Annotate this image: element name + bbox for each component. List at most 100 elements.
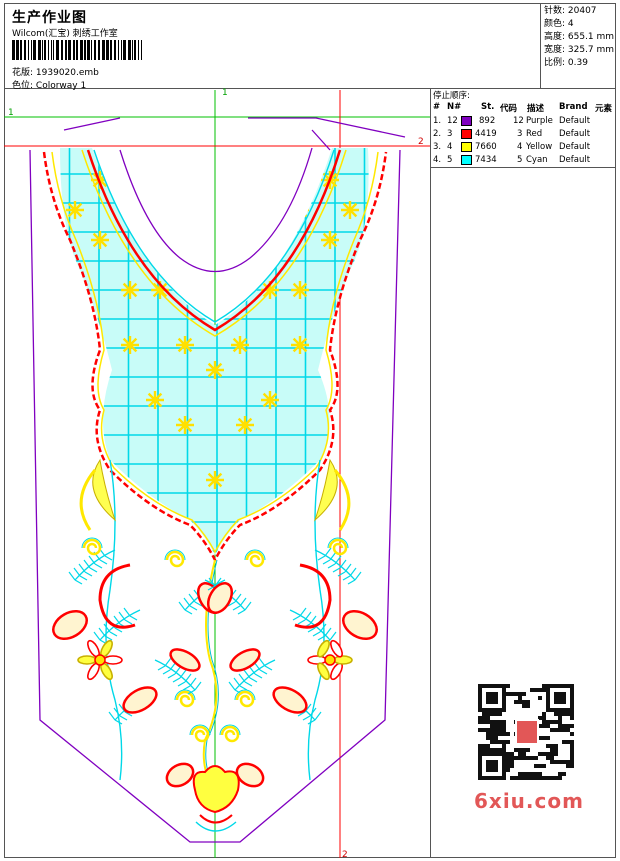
qr-module [490, 748, 494, 752]
frond-leaflet [327, 563, 336, 569]
frond-leaflet [99, 559, 108, 565]
qr-module [570, 724, 574, 728]
frond-leaflet [299, 607, 307, 617]
qr-module [518, 756, 522, 760]
qr-module [514, 748, 518, 752]
frond-leaflet [317, 555, 326, 561]
qr-module [490, 712, 494, 716]
star-motif [291, 336, 309, 354]
qr-module [518, 692, 522, 696]
frond-leaflet [354, 571, 362, 581]
frond-leaflet [189, 677, 197, 687]
star-center [127, 207, 133, 213]
star-ray [122, 209, 131, 218]
frond-leaflet [119, 715, 128, 721]
qr-module [542, 764, 546, 768]
frond-leaflet [124, 619, 133, 625]
qr-module [486, 748, 490, 752]
yellow-swirl [165, 550, 185, 568]
frond-leaflet [74, 579, 83, 585]
qr-module [570, 756, 574, 760]
frond-leaflet [237, 609, 246, 615]
qr-module [562, 728, 566, 732]
frond-leaflet [324, 627, 332, 637]
frond-leaflet [123, 607, 131, 617]
cut-line-top [63, 117, 406, 151]
qr-module [506, 768, 510, 772]
qr-module [502, 744, 506, 748]
star-motif [176, 416, 194, 434]
qr-module [554, 712, 558, 716]
frond-leaflet [178, 601, 186, 611]
qr-module [522, 700, 526, 704]
qr-module [534, 756, 538, 760]
frond-leaflet [239, 597, 247, 607]
qr-module [502, 732, 506, 736]
qr-module [510, 692, 514, 696]
qr-module [554, 748, 558, 752]
star-ray [292, 202, 301, 211]
ruler-label-v2: 2 [342, 850, 348, 860]
qr-module [526, 756, 530, 760]
qr-module [550, 776, 554, 780]
star-motif [291, 201, 309, 219]
flower-center [94, 654, 106, 666]
star-center [127, 342, 133, 348]
frond-leaflet [297, 619, 306, 625]
star-center [212, 477, 218, 483]
qr-module [514, 700, 518, 704]
qr-module [498, 728, 502, 732]
frond-leaflet [232, 605, 241, 611]
star-motif [291, 281, 309, 299]
qr-module [542, 712, 546, 716]
qr-module [570, 748, 574, 752]
qr-module [482, 748, 486, 752]
qr-module [498, 720, 502, 724]
qr-module [526, 772, 530, 776]
qr-module [518, 696, 522, 700]
qr-module [486, 716, 490, 720]
qr-module [498, 724, 502, 728]
qr-module [494, 736, 498, 740]
qr-module [522, 704, 526, 708]
qr-module [502, 720, 506, 724]
frond-leaflet [108, 711, 116, 721]
qr-module [498, 748, 502, 752]
qr-module [570, 712, 574, 716]
qr-module [494, 740, 498, 744]
qr-module [522, 756, 526, 760]
qr-module [542, 684, 546, 688]
frond-leaflet [322, 559, 331, 565]
frond-leaflet [164, 657, 172, 667]
qr-module [530, 756, 534, 760]
frond-leaflet [98, 627, 106, 637]
qr-module [542, 716, 546, 720]
star-ray [292, 209, 301, 218]
qr-module [554, 776, 558, 780]
star-motif [321, 231, 339, 249]
qr-module [514, 776, 518, 780]
qr-module [570, 744, 574, 748]
qr-module [558, 720, 562, 724]
qr-module [498, 732, 502, 736]
frond-leaflet [238, 673, 246, 683]
qr-module [538, 772, 542, 776]
qr-module [506, 692, 510, 696]
qr-module [530, 688, 534, 692]
qr-module [546, 744, 550, 748]
frond-leaflet [189, 605, 198, 611]
qr-module [486, 744, 490, 748]
frond-leaflet [129, 615, 138, 621]
qr-module [506, 760, 510, 764]
frond-leaflet [94, 563, 103, 569]
star-center [97, 237, 103, 243]
star-motif [121, 336, 139, 354]
frond-leaflet [258, 657, 266, 667]
qr-module [490, 736, 494, 740]
star-center [152, 397, 158, 403]
qr-module [570, 752, 574, 756]
qr-module [566, 740, 570, 744]
frond-leaflet [78, 563, 86, 573]
star-motif [121, 281, 139, 299]
frond-leaflet [109, 631, 118, 637]
